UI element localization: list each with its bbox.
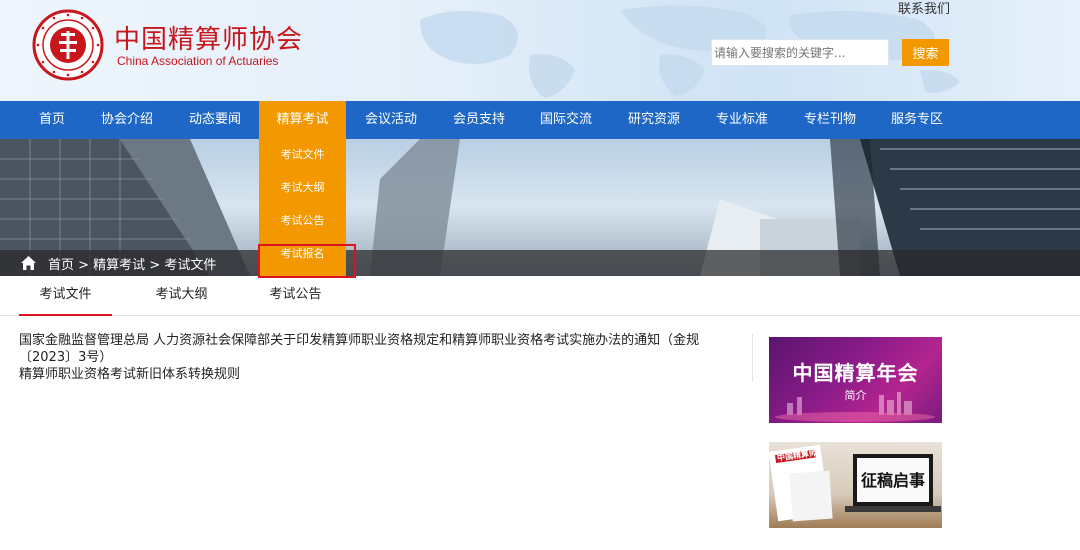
tab-exam-files[interactable]: 考试文件: [19, 276, 112, 316]
document-link[interactable]: 精算师职业资格考试新旧体系转换规则: [19, 366, 744, 383]
main-nav: 首页 协会介绍 动态要闻 精算考试 会议活动 会员支持 国际交流 研究资源 专业…: [0, 101, 1080, 139]
breadcrumb-text[interactable]: 首页 > 精算考试 > 考试文件: [48, 254, 216, 273]
registration-highlight-box: [258, 244, 356, 278]
nav-item-members[interactable]: 会员支持: [448, 101, 510, 139]
nav-item-standards[interactable]: 专业标准: [711, 101, 773, 139]
dropdown-item-exam-files[interactable]: 考试文件: [259, 140, 346, 170]
nav-item-publications[interactable]: 专栏刊物: [799, 101, 861, 139]
association-seal-logo: [32, 9, 104, 81]
dropdown-item-exam-notice[interactable]: 考试公告: [259, 206, 346, 236]
dropdown-item-exam-syllabus[interactable]: 考试大纲: [259, 173, 346, 203]
logo-title-en[interactable]: China Association of Actuaries: [117, 54, 278, 68]
tab-bar: 考试文件 考试大纲 考试公告: [0, 276, 1080, 316]
nav-item-events[interactable]: 会议活动: [360, 101, 422, 139]
home-icon[interactable]: [20, 255, 37, 271]
ad1-subtitle: 简介: [844, 389, 867, 402]
site-header: 中国精算师协会 China Association of Actuaries 联…: [0, 0, 1080, 101]
nav-item-home[interactable]: 首页: [27, 101, 77, 139]
page-banner: 首页 > 精算考试 > 考试文件: [0, 139, 1080, 276]
ad1-title: 中国精算年会: [792, 361, 919, 385]
contact-us-link[interactable]: 联系我们: [898, 0, 950, 17]
document-link[interactable]: 国家金融监督管理总局 人力资源社会保障部关于印发精算师职业资格规定和精算师职业资…: [19, 332, 744, 366]
search-button[interactable]: 搜索: [902, 39, 949, 66]
document-list: 国家金融监督管理总局 人力资源社会保障部关于印发精算师职业资格规定和精算师职业资…: [19, 332, 744, 383]
nav-item-services[interactable]: 服务专区: [886, 101, 948, 139]
content-divider: [752, 334, 753, 382]
tab-exam-syllabus[interactable]: 考试大纲: [135, 276, 228, 316]
breadcrumb: 首页 > 精算考试 > 考试文件: [0, 250, 1080, 276]
tab-exam-notice[interactable]: 考试公告: [249, 276, 342, 316]
nav-item-about[interactable]: 协会介绍: [97, 101, 157, 139]
annual-conference-banner[interactable]: 中国精算年会 简介: [769, 337, 942, 423]
nav-item-research[interactable]: 研究资源: [623, 101, 685, 139]
nav-item-international[interactable]: 国际交流: [535, 101, 597, 139]
nav-item-news[interactable]: 动态要闻: [184, 101, 246, 139]
call-for-papers-banner[interactable]: 中国精算师 征稿启事: [769, 442, 942, 528]
nav-item-exam[interactable]: 精算考试: [259, 101, 346, 139]
search-input[interactable]: [711, 39, 889, 66]
ad2-title: 征稿启事: [860, 471, 925, 490]
logo-title-cn[interactable]: 中国精算师协会: [114, 19, 303, 56]
